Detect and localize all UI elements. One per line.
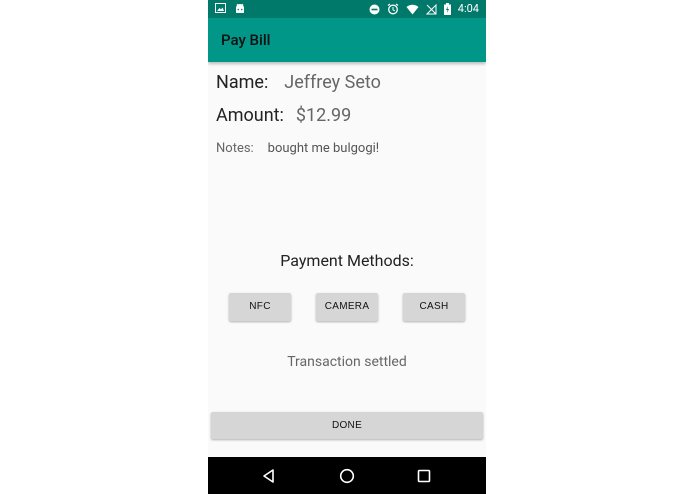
status-time: 4:04 [457,2,479,15]
cash-button[interactable]: CASH [403,293,465,321]
do-not-disturb-icon [369,4,380,15]
camera-button[interactable]: CAMERA [316,293,378,321]
battery-icon [443,3,451,15]
recents-icon[interactable] [415,467,433,485]
wifi-icon [406,4,419,15]
notes-label: Notes: [216,141,254,156]
notes-value: bought me bulgogi! [267,141,380,156]
amount-label: Amount: [216,105,284,126]
transaction-status: Transaction settled [287,354,407,370]
name-label: Name: [216,72,269,93]
app-bar: Pay Bill [208,18,486,62]
android-icon [235,3,245,14]
name-value: Jeffrey Seto [284,72,381,93]
phone-screen: 4:04 Pay Bill Name: Jeffrey Seto Amount:… [208,0,486,494]
status-bar: 4:04 [208,0,486,18]
no-signal-icon [425,3,437,15]
notes-row: Notes: bought me bulgogi! [216,137,379,156]
home-icon[interactable] [338,467,356,485]
back-icon[interactable] [260,467,278,485]
payment-methods-title: Payment Methods: [280,251,414,270]
page-title: Pay Bill [221,31,271,49]
navigation-bar [208,457,486,494]
image-icon [215,3,226,14]
amount-value: $12.99 [295,105,352,126]
name-row: Name: Jeffrey Seto [216,72,381,93]
done-button[interactable]: DONE [211,412,483,439]
amount-row: Amount: $12.99 [216,105,351,126]
nfc-button[interactable]: NFC [229,293,291,321]
alarm-icon [387,3,399,15]
